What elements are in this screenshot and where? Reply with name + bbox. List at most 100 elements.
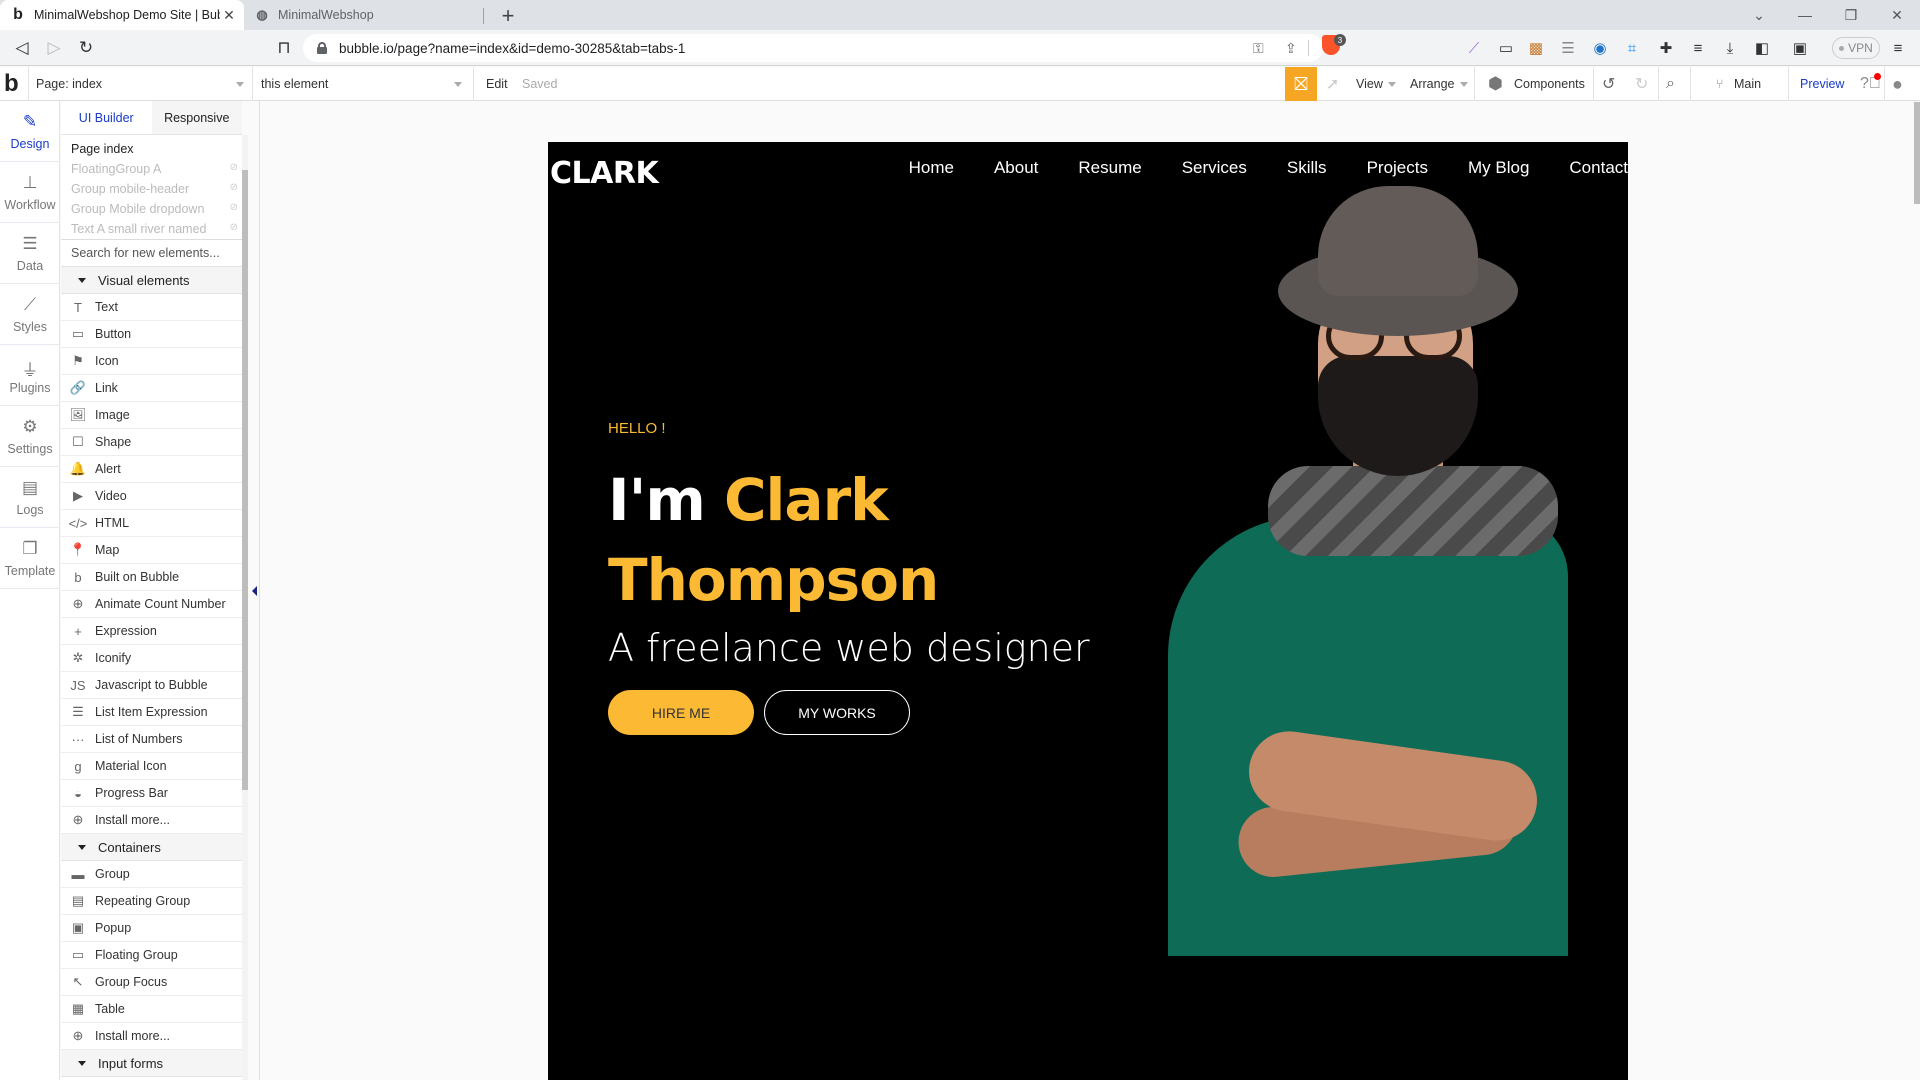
- nav-link-contact[interactable]: Contact: [1569, 158, 1628, 178]
- palette-item[interactable]: ▬ Group: [61, 861, 242, 888]
- gift-icon[interactable]: ⛝: [1285, 67, 1317, 101]
- palette-section-header[interactable]: Containers: [61, 834, 242, 861]
- site-logo[interactable]: CLARK: [550, 156, 659, 191]
- nav-link-home[interactable]: Home: [909, 158, 954, 178]
- tree-item[interactable]: Page index: [61, 139, 242, 159]
- arrange-menu[interactable]: Arrange: [1410, 67, 1454, 101]
- download-icon[interactable]: ⤓: [1720, 38, 1740, 58]
- palette-item[interactable]: 🔗 Link: [61, 375, 242, 402]
- palette-item[interactable]: ▣ Popup: [61, 915, 242, 942]
- tree-item[interactable]: FloatingGroup A ⊘: [61, 159, 242, 179]
- view-menu[interactable]: View: [1356, 67, 1383, 101]
- reader-extension-icon[interactable]: ☰: [1558, 38, 1578, 58]
- rail-design[interactable]: ✎ Design: [0, 101, 60, 162]
- search-icon[interactable]: ⌕: [1666, 67, 1675, 101]
- palette-item[interactable]: ✲ Iconify: [61, 645, 242, 672]
- close-window-button[interactable]: ✕: [1874, 0, 1920, 30]
- nav-link-projects[interactable]: Projects: [1367, 158, 1428, 178]
- nav-link-my-blog[interactable]: My Blog: [1468, 158, 1529, 178]
- browser-menu-icon[interactable]: ≡: [1888, 38, 1908, 58]
- hire-me-button[interactable]: HIRE ME: [608, 690, 754, 735]
- edit-menu[interactable]: Edit: [486, 67, 508, 101]
- key-icon[interactable]: ⚿: [1253, 40, 1264, 57]
- components-button[interactable]: Components: [1514, 67, 1585, 101]
- palette-item[interactable]: ▭ Button: [61, 321, 242, 348]
- close-tab-icon[interactable]: ✕: [220, 7, 238, 24]
- nav-link-skills[interactable]: Skills: [1287, 158, 1327, 178]
- palette-item[interactable]: ⚑ Icon: [61, 348, 242, 375]
- palette-item[interactable]: </> HTML: [61, 510, 242, 537]
- branch-selector[interactable]: Main: [1734, 67, 1761, 101]
- palette-item[interactable]: ◒ Progress Bar: [61, 780, 242, 807]
- palette-item[interactable]: ▭ Floating Group: [61, 942, 242, 969]
- element-selector[interactable]: this element: [261, 67, 461, 101]
- element-search-input[interactable]: Search for new elements...: [61, 240, 242, 267]
- screen-extension-icon[interactable]: ▭: [1496, 38, 1516, 58]
- palette-item[interactable]: 🔔 Alert: [61, 456, 242, 483]
- my-works-button[interactable]: MY WORKS: [764, 690, 910, 735]
- rail-data[interactable]: ☰ Data: [0, 223, 60, 284]
- tree-item[interactable]: Group mobile-header ⊘: [61, 179, 242, 199]
- new-tab-button[interactable]: +: [496, 3, 520, 29]
- bookmark-button[interactable]: ⊓: [272, 36, 296, 60]
- rail-plugins[interactable]: ⏚ Plugins: [0, 345, 60, 406]
- wallet-icon[interactable]: ▣: [1790, 38, 1810, 58]
- page-selector[interactable]: Page: index: [36, 67, 246, 101]
- palette-section-header[interactable]: Input forms: [61, 1050, 242, 1077]
- palette-item[interactable]: 📍 Map: [61, 537, 242, 564]
- palette-item[interactable]: JS Javascript to Bubble: [61, 672, 242, 699]
- palette-item[interactable]: ⊕ Install more...: [61, 807, 242, 834]
- nav-link-resume[interactable]: Resume: [1078, 158, 1141, 178]
- redo-icon[interactable]: ↻: [1635, 67, 1648, 101]
- rail-settings[interactable]: ⚙ Settings: [0, 406, 60, 467]
- hidden-eye-icon[interactable]: ⊘: [230, 162, 238, 173]
- hidden-eye-icon[interactable]: ⊘: [230, 202, 238, 213]
- tab-search-button[interactable]: ⌄: [1736, 0, 1782, 30]
- forward-button[interactable]: ▷: [42, 36, 66, 60]
- palette-item[interactable]: + Expression: [61, 618, 242, 645]
- palette-item[interactable]: ··· List of Numbers: [61, 726, 242, 753]
- palette-item[interactable]: 🖼 Image: [61, 402, 242, 429]
- seo-extension-icon[interactable]: ▩: [1526, 38, 1546, 58]
- quill-extension-icon[interactable]: ⟋: [1464, 38, 1484, 58]
- rail-logs[interactable]: ▤ Logs: [0, 467, 60, 528]
- sidebar-toggle-icon[interactable]: ◧: [1752, 38, 1772, 58]
- hidden-eye-icon[interactable]: ⊘: [230, 222, 238, 233]
- nav-link-services[interactable]: Services: [1182, 158, 1247, 178]
- reload-button[interactable]: ↻: [74, 36, 98, 60]
- palette-item[interactable]: T Text: [61, 294, 242, 321]
- palette-item[interactable]: g Material Icon: [61, 753, 242, 780]
- vpn-button[interactable]: VPN: [1832, 37, 1880, 59]
- bubble-logo-icon[interactable]: b: [4, 71, 24, 97]
- canvas-page[interactable]: CLARK Home About Resume Services Skills Proje…: [548, 142, 1628, 1080]
- canvas-scrollbar[interactable]: [1914, 102, 1920, 204]
- url-field[interactable]: bubble.io/page?name=index&id=demo-30285&…: [303, 34, 1323, 62]
- tab-responsive[interactable]: Responsive: [151, 101, 242, 134]
- palette-item[interactable]: ☰ List Item Expression: [61, 699, 242, 726]
- palette-item[interactable]: ▤ Repeating Group: [61, 888, 242, 915]
- account-avatar-icon[interactable]: ●: [1892, 67, 1903, 101]
- aperture-extension-icon[interactable]: ◉: [1590, 38, 1610, 58]
- restore-button[interactable]: ❐: [1828, 0, 1874, 30]
- tab-minimalwebshop[interactable]: ◍ MinimalWebshop: [246, 0, 486, 30]
- palette-item[interactable]: ▶ Video: [61, 483, 242, 510]
- playlist-icon[interactable]: ≡: [1688, 38, 1708, 58]
- share-icon[interactable]: ⇪: [1285, 40, 1297, 57]
- palette-item[interactable]: ☐ Shape: [61, 429, 242, 456]
- palette-item[interactable]: ▦ Table: [61, 996, 242, 1023]
- palette-item[interactable]: ⊕ Animate Count Number: [61, 591, 242, 618]
- tree-item[interactable]: Group Mobile dropdown ⊘: [61, 199, 242, 219]
- rail-styles[interactable]: ⟋ Styles: [0, 284, 60, 345]
- palette-item[interactable]: ↖ Group Focus: [61, 969, 242, 996]
- select-cursor-icon[interactable]: ➚: [1326, 67, 1339, 101]
- palette-item[interactable]: ⊕ Install more...: [61, 1023, 242, 1050]
- undo-icon[interactable]: ↺: [1602, 67, 1615, 101]
- tab-bubble-editor[interactable]: b MinimalWebshop Demo Site | Bubble ✕: [0, 0, 244, 30]
- back-button[interactable]: ◁: [10, 36, 34, 60]
- tab-ui-builder[interactable]: UI Builder: [61, 101, 152, 134]
- crop-extension-icon[interactable]: ⌗: [1622, 38, 1642, 58]
- minimize-button[interactable]: —: [1782, 0, 1828, 30]
- collapse-panel-handle[interactable]: [252, 586, 257, 596]
- palette-item[interactable]: b Built on Bubble: [61, 564, 242, 591]
- preview-button[interactable]: Preview: [1800, 67, 1844, 101]
